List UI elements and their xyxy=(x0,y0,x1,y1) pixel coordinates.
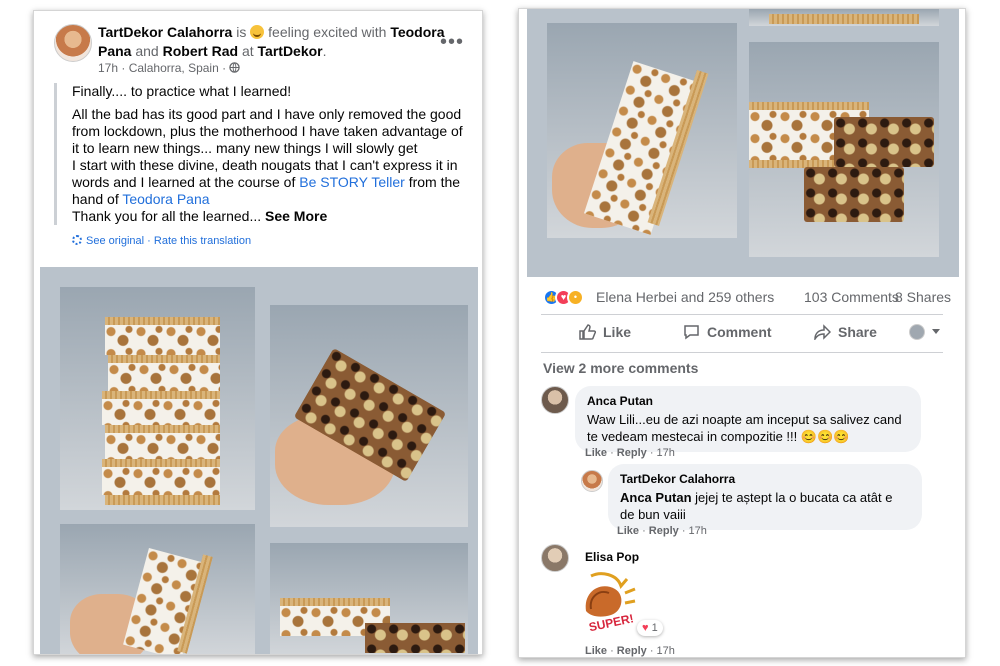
photo-nougat-hand[interactable] xyxy=(547,23,737,238)
globe-icon xyxy=(229,62,241,73)
photo-nougat-hand[interactable] xyxy=(60,524,255,654)
post-text: Finally.... to practice what I learned! … xyxy=(54,83,469,225)
commenter-name[interactable]: Anca Putan xyxy=(587,393,909,410)
post-time[interactable]: 17h xyxy=(98,61,118,75)
comment-icon xyxy=(684,325,699,340)
author-avatar[interactable] xyxy=(54,24,92,62)
wow-reaction-icon: • xyxy=(567,289,584,306)
comment-reaction-count[interactable]: ♥ 1 xyxy=(637,620,663,636)
reactors-text[interactable]: Elena Herbei and 259 others xyxy=(596,289,774,305)
rate-translation-link[interactable]: Rate this translation xyxy=(154,235,251,247)
comments-count[interactable]: 103 Comments xyxy=(804,289,899,305)
comment-time[interactable]: 17h xyxy=(657,447,675,459)
comment-like-button[interactable]: Like xyxy=(585,645,607,657)
post-card-continued: 👍 ♥ • Elena Herbei and 259 others 103 Co… xyxy=(518,8,966,658)
page-avatar-icon xyxy=(909,324,925,340)
post-header-line2: Pana and Robert Rad at TartDekor. xyxy=(98,43,327,59)
comment-reply-button[interactable]: Reply xyxy=(617,645,647,657)
translation-bar: See original · Rate this translation xyxy=(72,235,251,247)
photo-nougat-pair[interactable] xyxy=(270,543,468,654)
comment-reply-button[interactable]: Reply xyxy=(617,447,647,459)
commenter-avatar[interactable] xyxy=(541,386,569,414)
share-button[interactable]: Share xyxy=(814,324,877,340)
photo-nougat-stack[interactable] xyxy=(60,287,255,510)
commenter-name[interactable]: Elisa Pop xyxy=(585,550,639,564)
audience-selector[interactable] xyxy=(909,324,940,340)
photo-grid xyxy=(40,267,478,654)
course-link[interactable]: Be STORY Teller xyxy=(299,174,405,190)
tag-teodora-2[interactable]: Pana xyxy=(98,43,131,59)
like-button[interactable]: Like xyxy=(579,324,631,340)
commenter-avatar[interactable] xyxy=(541,544,569,572)
reply-avatar[interactable] xyxy=(581,470,603,492)
comment-actions: Like · Reply · 17h xyxy=(585,645,675,657)
gear-icon xyxy=(72,235,82,245)
see-original-link[interactable]: See original xyxy=(86,235,144,247)
comment-bubble: Anca Putan Waw Lili...eu de azi noapte a… xyxy=(575,386,921,452)
post-location[interactable]: Calahorra, Spain xyxy=(129,61,219,75)
smile-emoji-icon xyxy=(250,25,265,39)
photo-grid-continued xyxy=(527,9,959,277)
photo-nougat-pair[interactable] xyxy=(749,42,939,257)
super-sticker[interactable]: SUPER! xyxy=(581,571,639,633)
divider xyxy=(541,352,943,353)
comment-like-button[interactable]: Like xyxy=(585,447,607,459)
divider xyxy=(541,314,943,315)
place-link[interactable]: TartDekor xyxy=(258,43,323,59)
reply-bubble: TartDekor Calahorra Anca Putan jejej te … xyxy=(608,464,922,530)
reply-actions: Like · Reply · 17h xyxy=(617,525,707,537)
author-link[interactable]: TartDekor Calahorra xyxy=(98,24,232,40)
reply-author-name[interactable]: TartDekor Calahorra xyxy=(620,471,910,488)
comment-text: Waw Lili...eu de azi noapte am inceput s… xyxy=(587,412,902,444)
view-more-comments[interactable]: View 2 more comments xyxy=(543,360,698,376)
dropdown-icon xyxy=(932,329,940,334)
tag-teodora[interactable]: Teodora xyxy=(390,24,444,40)
comment-actions: Like · Reply · 17h xyxy=(585,447,675,459)
photo-chocolate-nougat[interactable] xyxy=(270,305,468,527)
like-icon xyxy=(579,324,596,340)
photo-nougat-pair-top[interactable] xyxy=(749,9,939,26)
teacher-link[interactable]: Teodora Pana xyxy=(122,191,209,207)
reply-time[interactable]: 17h xyxy=(689,525,707,537)
post-header: TartDekor Calahorra is feeling excited w… xyxy=(98,24,445,40)
tag-robert[interactable]: Robert Rad xyxy=(163,43,238,59)
share-icon xyxy=(814,324,831,340)
post-meta: 17h · Calahorra, Spain · xyxy=(98,61,241,75)
heart-icon: ♥ xyxy=(642,622,649,634)
more-options-icon[interactable]: ••• xyxy=(440,31,464,54)
comment-time[interactable]: 17h xyxy=(657,645,675,657)
reply-mention[interactable]: Anca Putan xyxy=(620,490,692,505)
see-more-link[interactable]: See More xyxy=(265,208,327,224)
reply-like-button[interactable]: Like xyxy=(617,525,639,537)
comment-button[interactable]: Comment xyxy=(683,324,772,340)
reply-reply-button[interactable]: Reply xyxy=(649,525,679,537)
shares-count[interactable]: 8 Shares xyxy=(895,289,951,305)
post-card: TartDekor Calahorra is feeling excited w… xyxy=(33,10,483,655)
